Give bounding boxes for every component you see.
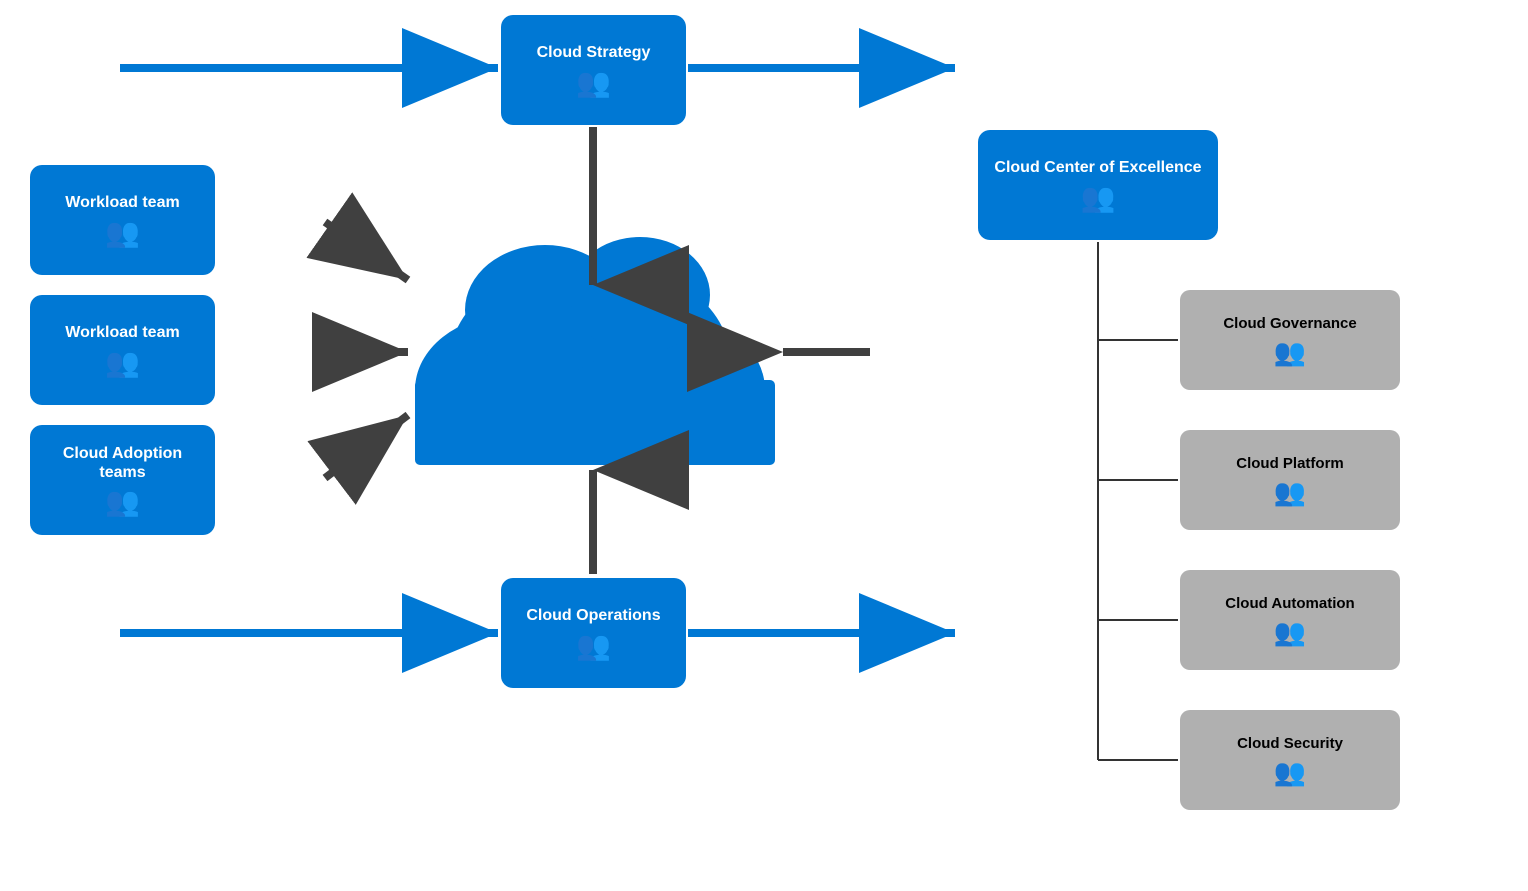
cloud-operations-label: Cloud Operations — [526, 606, 660, 625]
cloud-adoption-label: Cloud Adoption teams — [44, 444, 201, 482]
workload-team-1-label: Workload team — [65, 193, 179, 212]
cloud-governance-label: Cloud Governance — [1223, 315, 1356, 333]
cloud-center-icon: 👥 — [1081, 184, 1116, 212]
cloud-automation-icon: 👥 — [1274, 619, 1306, 645]
cloud-platform-icon: 👥 — [1274, 479, 1306, 505]
cloud-governance-box: Cloud Governance 👥 — [1180, 290, 1400, 390]
cloud-security-box: Cloud Security 👥 — [1180, 710, 1400, 810]
cloud-strategy-icon: 👥 — [576, 69, 611, 97]
adoption-arrow — [325, 415, 408, 478]
cloud-platform-label: Cloud Platform — [1236, 455, 1344, 473]
cloud-automation-label: Cloud Automation — [1225, 595, 1354, 613]
cloud-governance-icon: 👥 — [1274, 339, 1306, 365]
cloud-adoption-icon: 👥 — [105, 488, 140, 516]
cloud-automation-box: Cloud Automation 👥 — [1180, 570, 1400, 670]
cloud-operations-icon: 👥 — [576, 632, 611, 660]
diagram-container: Cloud Strategy 👥 Workload team 👥 Workloa… — [0, 0, 1528, 891]
cloud-security-label: Cloud Security — [1237, 735, 1343, 753]
cloud-security-icon: 👥 — [1274, 759, 1306, 785]
workload1-arrow — [325, 222, 408, 280]
cloud-adoption-box: Cloud Adoption teams 👥 — [30, 425, 215, 535]
cloud-center-box: Cloud Center of Excellence 👥 — [978, 130, 1218, 240]
cloud-strategy-label: Cloud Strategy — [537, 43, 651, 62]
cloud-shape — [415, 237, 775, 465]
cloud-center-label: Cloud Center of Excellence — [994, 158, 1201, 177]
workload-team-2-icon: 👥 — [105, 349, 140, 377]
workload-team-2-label: Workload team — [65, 323, 179, 342]
workload-team-2-box: Workload team 👥 — [30, 295, 215, 405]
cloud-platform-box: Cloud Platform 👥 — [1180, 430, 1400, 530]
cloud-strategy-box: Cloud Strategy 👥 — [501, 15, 686, 125]
workload-team-1-box: Workload team 👥 — [30, 165, 215, 275]
workload-team-1-icon: 👥 — [105, 219, 140, 247]
cloud-operations-box: Cloud Operations 👥 — [501, 578, 686, 688]
